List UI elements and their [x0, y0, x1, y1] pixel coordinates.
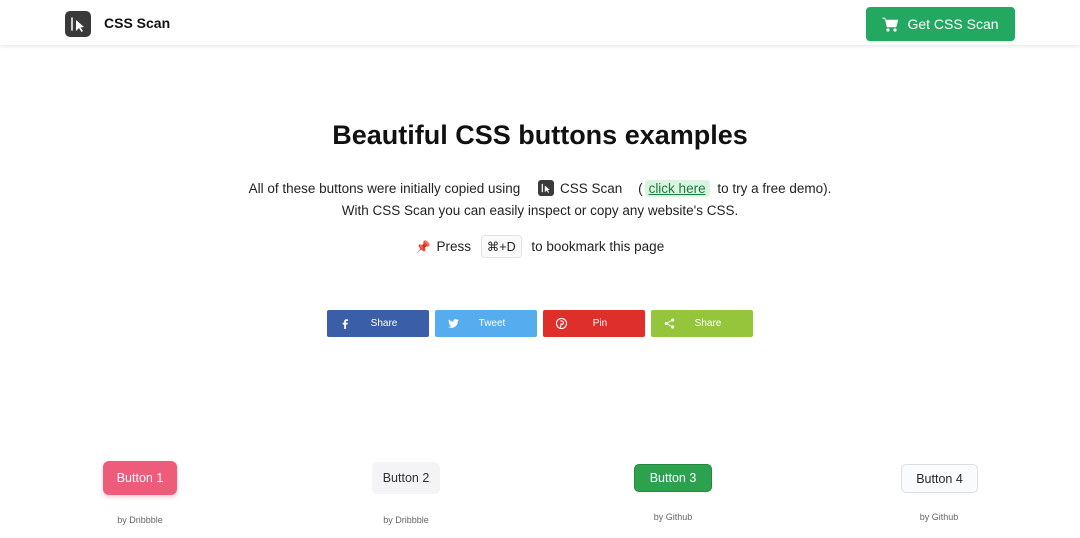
facebook-icon [327, 318, 363, 329]
twitter-tweet-button[interactable]: Tweet [435, 310, 537, 337]
intro-line-2: With CSS Scan you can easily inspect or … [341, 203, 739, 218]
cart-icon [882, 17, 899, 32]
example-button-4[interactable]: Button 4 [901, 464, 978, 493]
generic-share-button[interactable]: Share [651, 310, 753, 337]
bookmark-shortcut-key: ⌘+D [480, 235, 522, 258]
button-2-credit: by Dribbble [383, 515, 429, 525]
bookmark-hint: 📌 Press ⌘+D to bookmark this page [0, 235, 1080, 258]
bookmark-suffix: to bookmark this page [531, 239, 665, 254]
css-scan-inline-logo-icon [538, 180, 555, 196]
get-css-scan-button[interactable]: Get CSS Scan [866, 7, 1015, 41]
intro-open-paren: ( [638, 181, 643, 196]
get-css-scan-label: Get CSS Scan [907, 16, 999, 32]
pinterest-pin-label: Pin [592, 318, 608, 329]
facebook-share-label: Share [370, 318, 398, 329]
page-title: Beautiful CSS buttons examples [332, 120, 748, 150]
example-button-2[interactable]: Button 2 [372, 462, 440, 494]
facebook-share-button[interactable]: Share [327, 310, 429, 337]
intro-prefix: All of these buttons were initially copi… [248, 181, 521, 196]
example-button-1[interactable]: Button 1 [103, 461, 177, 495]
css-scan-logo-icon[interactable] [65, 11, 91, 37]
bookmark-prefix: Press [436, 239, 472, 254]
intro-line: All of these buttons were initially copi… [0, 180, 1080, 197]
pinterest-pin-button[interactable]: Pin [543, 310, 645, 337]
top-header: CSS Scan Get CSS Scan [0, 0, 1080, 46]
demo-link[interactable]: click here [644, 180, 710, 197]
pinterest-icon [543, 318, 579, 329]
intro-brand: CSS Scan [560, 181, 623, 196]
twitter-icon [435, 319, 471, 328]
button-1-credit: by Dribbble [117, 515, 163, 525]
brand-name[interactable]: CSS Scan [104, 15, 170, 31]
pushpin-icon: 📌 [415, 240, 431, 254]
intro-suffix: to try a free demo). [717, 181, 832, 196]
button-3-credit: by Github [653, 512, 693, 522]
example-button-3[interactable]: Button 3 [634, 464, 712, 492]
generic-share-label: Share [694, 318, 722, 329]
twitter-tweet-label: Tweet [478, 318, 506, 329]
share-icon [651, 318, 687, 329]
button-4-credit: by Github [919, 512, 959, 522]
